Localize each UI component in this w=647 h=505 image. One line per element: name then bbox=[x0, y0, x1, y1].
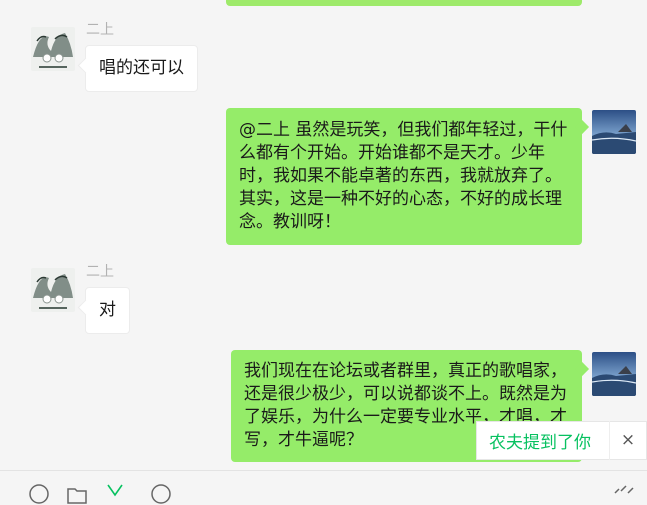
close-icon[interactable]: × bbox=[609, 421, 646, 460]
sender-name: 二上 bbox=[86, 264, 114, 280]
sender-name: 二上 bbox=[86, 22, 114, 38]
more-icon[interactable] bbox=[612, 483, 638, 505]
emoji-icon[interactable] bbox=[28, 483, 50, 505]
message-bubble-incoming[interactable]: 唱的还可以 bbox=[85, 45, 198, 92]
folder-icon[interactable] bbox=[66, 483, 88, 505]
scissors-icon[interactable] bbox=[104, 483, 126, 505]
message-bubble-incoming[interactable]: 对 bbox=[85, 287, 130, 334]
previous-message-bubble[interactable] bbox=[226, 0, 582, 6]
ink-painting-avatar-icon bbox=[31, 27, 75, 71]
ink-painting-avatar-icon bbox=[31, 268, 75, 312]
input-toolbar bbox=[0, 470, 647, 504]
mention-notification-text[interactable]: 农夫提到了你 bbox=[477, 428, 609, 453]
chat-history-icon[interactable] bbox=[150, 483, 172, 505]
mention-notification[interactable]: 农夫提到了你 × bbox=[476, 421, 647, 460]
message-bubble-outgoing[interactable]: @二上 虽然是玩笑，但我们都年轻过，干什么都有个开始。开始谁都不是天才。少年时，… bbox=[226, 108, 582, 245]
seascape-avatar-icon bbox=[592, 110, 636, 154]
avatar-self[interactable] bbox=[592, 110, 636, 154]
avatar-ershang[interactable] bbox=[31, 268, 75, 312]
avatar-self[interactable] bbox=[592, 352, 636, 396]
avatar-ershang[interactable] bbox=[31, 27, 75, 71]
chat-message-list: 二上 唱的还可以 @二上 虽然是玩笑，但我们都年轻过，干什么都有个开始。开始谁都… bbox=[0, 0, 647, 470]
seascape-avatar-icon bbox=[592, 352, 636, 396]
